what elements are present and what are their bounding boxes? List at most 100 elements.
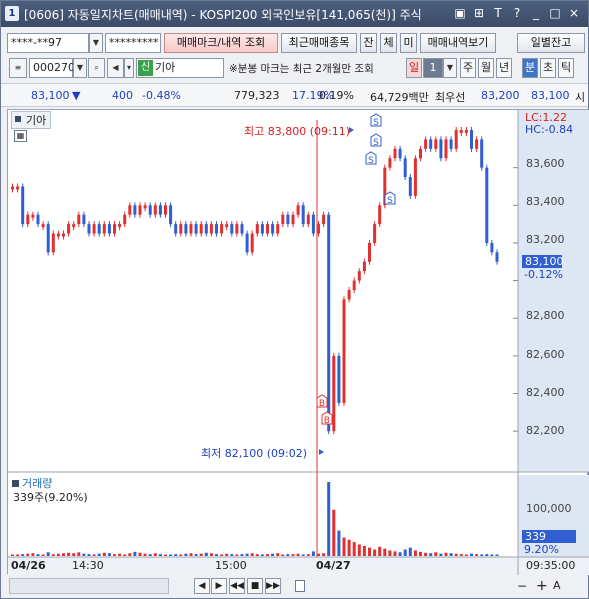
period-week-button[interactable]: 주: [460, 58, 476, 78]
volume-bar: [342, 537, 346, 556]
x-label-0: 04/26: [11, 559, 46, 572]
volume-bar: [383, 548, 387, 556]
period-tick-button[interactable]: 틱: [558, 58, 574, 78]
volume-bar: [128, 553, 132, 556]
volume-bar: [138, 552, 142, 556]
fast-forward-button[interactable]: ▶▶: [265, 578, 281, 594]
volume-bar: [480, 554, 484, 556]
account-dropdown-icon[interactable]: ▼: [89, 33, 103, 53]
volume-bar: [413, 550, 417, 556]
volume-bar: [184, 553, 188, 556]
account-field[interactable]: ****-**97: [7, 33, 89, 53]
volume-bar: [245, 553, 249, 556]
font-icon[interactable]: T: [490, 5, 506, 21]
title-bar[interactable]: 1 [0606] 자동일지차트(매매내역) - KOSPI200 외국인보유[1…: [1, 1, 588, 27]
period-minute-button[interactable]: 분: [522, 58, 538, 78]
volume-bar: [204, 552, 208, 556]
current-price-tag: 83,100: [522, 255, 564, 268]
change-arrow-icon: ▼: [72, 89, 81, 102]
window-icon[interactable]: ▣: [452, 5, 468, 21]
period-day-button[interactable]: 일: [406, 58, 422, 78]
volume-bar: [148, 554, 152, 556]
scroll-left-button[interactable]: ◀: [194, 578, 210, 594]
volume-bar: [123, 554, 127, 556]
buy-mark-icon: B: [316, 394, 328, 409]
period-second-button[interactable]: 초: [540, 58, 556, 78]
scroll-right-button[interactable]: ▶: [211, 578, 227, 594]
x-label-1: 14:30: [72, 559, 104, 572]
volume-bar: [266, 554, 269, 556]
volume-bar: [255, 554, 259, 556]
volume-bar: [271, 553, 275, 556]
help-icon[interactable]: ?: [509, 5, 525, 21]
trade-mark-query-button[interactable]: 매매마크/내역 조회: [164, 33, 278, 53]
zoom-track[interactable]: [291, 578, 511, 594]
volume-bar: [77, 552, 81, 556]
volume-bar: [56, 553, 60, 556]
buy-mark-icon: B: [321, 411, 333, 426]
volume-bar: [286, 554, 290, 556]
sell-mark-icon: S: [370, 133, 382, 148]
maximize-icon[interactable]: □: [547, 5, 563, 21]
volume-bar: [133, 551, 137, 556]
stock-name-field[interactable]: 신 기아: [136, 58, 224, 78]
zoom-out-button[interactable]: −: [517, 579, 527, 593]
volume-bar: [449, 553, 453, 556]
best-price-label: 최우선: [435, 91, 466, 104]
volume-current-pct: 9.20%: [524, 543, 559, 556]
volume-bar: [82, 553, 86, 556]
stock-code-field[interactable]: 000270: [29, 58, 75, 78]
sell-mark-icon: S: [370, 113, 382, 128]
volume-bar: [306, 554, 310, 556]
y-tick-6: 82,400: [526, 386, 565, 399]
search-icon[interactable]: ⌕: [88, 58, 105, 78]
rewind-button[interactable]: ◀◀: [229, 578, 245, 594]
volume-bar: [459, 554, 463, 556]
chart-area[interactable]: SSSSBB 기아 ▦ LC:1.22 HC:-0.84 최고 83,800 (…: [7, 109, 589, 575]
pin-icon[interactable]: ⊞: [471, 5, 487, 21]
best-ask: 83,200: [481, 89, 520, 102]
unfilled-button[interactable]: 미: [400, 33, 417, 53]
y-tick-0: 83,600: [526, 157, 565, 170]
recent-trades-button[interactable]: 최근매매종목: [281, 33, 357, 53]
period-year-button[interactable]: 년: [496, 58, 512, 78]
volume-bar: [490, 554, 494, 556]
period-dropdown-icon[interactable]: ▼: [443, 58, 457, 78]
price-change: 400: [112, 89, 133, 102]
stock-list-icon[interactable]: ≡: [9, 58, 27, 78]
trade-history-button[interactable]: 매매내역보기: [420, 33, 496, 53]
table-icon[interactable]: ▦: [14, 130, 27, 142]
zoom-in-button[interactable]: +: [536, 578, 548, 594]
speaker-dropdown-icon[interactable]: ▾: [124, 58, 134, 78]
zoom-handle[interactable]: [295, 580, 305, 592]
minimize-icon[interactable]: _: [528, 5, 544, 21]
chart-title[interactable]: 기아: [11, 111, 52, 129]
window-number: 1: [5, 6, 19, 21]
auto-scale-button[interactable]: A: [553, 579, 561, 592]
volume-bar: [113, 554, 116, 556]
period-month-button[interactable]: 월: [478, 58, 494, 78]
chart-canvas[interactable]: SSSSBB: [8, 110, 589, 575]
volume-bar: [220, 554, 224, 556]
fill-button[interactable]: 체: [380, 33, 397, 53]
speaker-icon[interactable]: ◀: [107, 58, 124, 78]
scroll-track[interactable]: [9, 578, 169, 594]
volume-bar: [26, 553, 30, 556]
volume-bar: [164, 554, 167, 556]
volume-bar: [16, 554, 20, 556]
stop-button[interactable]: ■: [247, 578, 263, 594]
period-value[interactable]: 1: [423, 58, 443, 78]
volume-bar: [470, 553, 473, 556]
stock-code-dropdown-icon[interactable]: ▼: [73, 58, 87, 78]
volume-bar: [62, 553, 65, 556]
daily-balance-button[interactable]: 일별잔고: [517, 33, 585, 53]
close-icon[interactable]: ×: [566, 5, 582, 21]
password-field[interactable]: *********: [105, 33, 161, 53]
volume-bar: [464, 554, 468, 556]
volume-bar: [485, 554, 489, 556]
balance-button[interactable]: 잔: [360, 33, 377, 53]
volume-bar: [424, 552, 428, 556]
volume-bar: [199, 553, 203, 556]
volume-bar: [87, 554, 91, 556]
volume-bar: [215, 554, 218, 556]
